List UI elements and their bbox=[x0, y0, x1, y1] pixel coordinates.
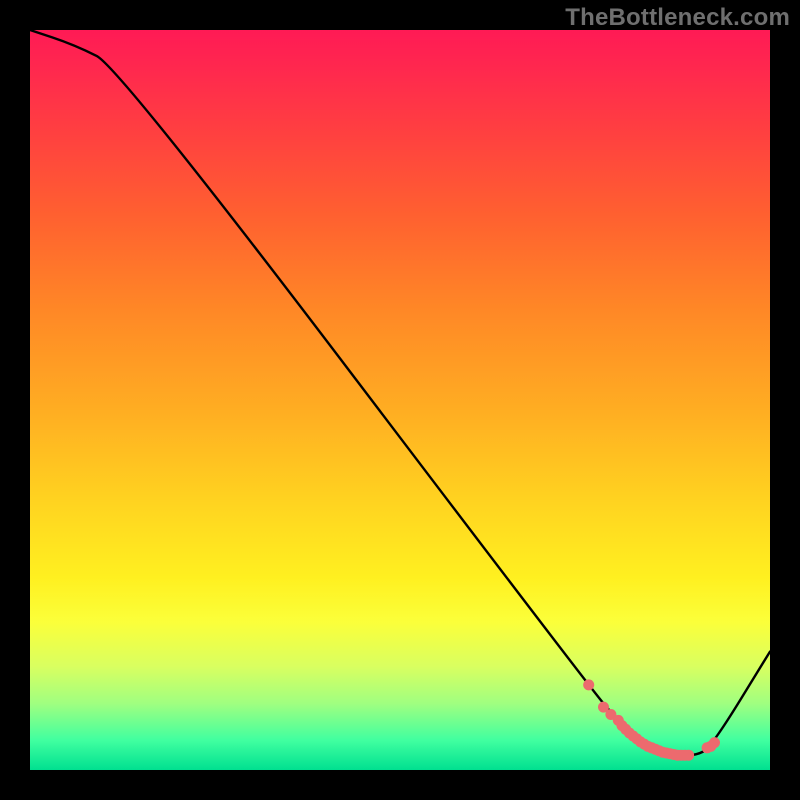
curve-marker bbox=[709, 737, 720, 748]
curve-marker bbox=[583, 679, 594, 690]
plot-area bbox=[30, 30, 770, 770]
curve-marker bbox=[683, 750, 694, 761]
curve-markers bbox=[583, 679, 720, 760]
watermark-text: TheBottleneck.com bbox=[565, 4, 790, 32]
bottleneck-curve bbox=[30, 30, 770, 755]
plot-svg bbox=[30, 30, 770, 770]
chart-frame: TheBottleneck.com bbox=[0, 0, 800, 800]
